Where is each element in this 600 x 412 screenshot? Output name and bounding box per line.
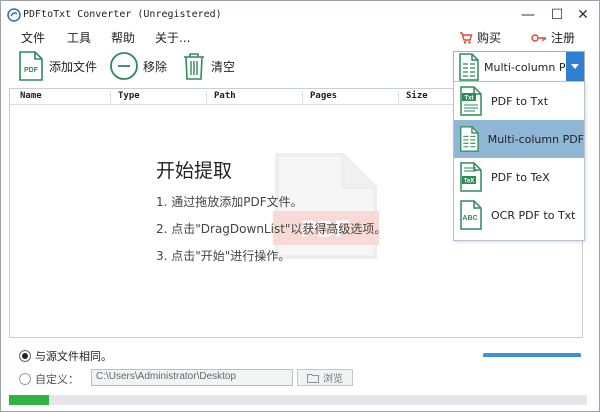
start-button[interactable] — [483, 353, 581, 357]
key-icon — [531, 33, 546, 42]
clear-button[interactable]: 清空 — [181, 49, 235, 83]
mode-option-label: PDF to TeX — [491, 170, 550, 184]
mode-select-value: Multi-column PD — [484, 60, 574, 74]
title-bar: PDFtoTxt Converter (Unregistered) — ☐ ✕ — [1, 1, 599, 29]
register-link[interactable]: 注册 — [531, 29, 575, 46]
buy-label: 购买 — [477, 31, 502, 45]
trash-icon — [184, 53, 204, 80]
remove-button[interactable]: 移除 — [109, 49, 167, 83]
app-window: PDFtoTxt Converter (Unregistered) — ☐ ✕ … — [0, 0, 600, 412]
menu-about[interactable]: 关于... — [155, 29, 190, 46]
same-as-source-label: 与源文件相同。 — [35, 350, 112, 363]
column-divider — [398, 91, 399, 103]
radio-selected-dot — [22, 353, 28, 359]
minimize-icon: — — [521, 7, 535, 23]
column-header-size[interactable]: Size — [406, 91, 428, 101]
txt-badge: Txt — [465, 96, 474, 102]
multi-column-doc-icon — [460, 126, 479, 152]
menu-file[interactable]: 文件 — [21, 29, 45, 46]
output-same-as-source-option[interactable]: 与源文件相同。 — [19, 348, 112, 364]
register-label: 注册 — [551, 31, 576, 45]
add-file-label: 添加文件 — [49, 59, 98, 74]
mode-option-label: PDF to Txt — [491, 94, 549, 108]
mode-dropdown-arrow[interactable] — [566, 52, 584, 82]
instruction-step: 3. 点击"开始"进行操作。 — [156, 249, 291, 263]
progress-fill — [9, 395, 50, 405]
add-pdf-icon: PDF — [19, 51, 43, 81]
buy-link[interactable]: 购买 — [459, 29, 501, 46]
minimize-button[interactable]: — — [515, 5, 541, 25]
column-header-name[interactable]: Name — [20, 91, 42, 101]
custom-path-radio[interactable] — [19, 373, 31, 385]
mode-option-multi-column-pdf[interactable]: Multi-column PDF — [454, 120, 584, 158]
progress-bar — [9, 395, 587, 405]
custom-path-label: 自定义： — [35, 373, 79, 386]
instruction-step: 2. 点击"DragDownList"以获得高级选项。 — [156, 222, 387, 236]
mode-option-pdf-to-txt[interactable]: Txt PDF to Txt — [454, 82, 584, 120]
menu-bar: 文件 工具 帮助 关于... 购买 注册 — [1, 29, 599, 47]
browse-label: 浏览 — [323, 374, 343, 385]
maximize-icon: ☐ — [550, 7, 564, 23]
column-header-pages[interactable]: Pages — [310, 91, 337, 101]
instruction-step: 1. 通过拖放添加PDF文件。 — [156, 195, 303, 209]
close-button[interactable]: ✕ — [570, 5, 596, 25]
folder-icon — [307, 373, 319, 383]
window-title: PDFtoTxt Converter (Unregistered) — [23, 9, 222, 20]
conversion-mode-dropdown: Txt PDF to Txt Multi-column PDF TeX PDF … — [453, 81, 585, 241]
multi-column-doc-icon — [459, 53, 479, 81]
svg-text:PDF: PDF — [24, 67, 39, 74]
column-divider — [110, 91, 111, 103]
tex-badge: TeX — [464, 179, 475, 185]
browse-button[interactable]: 浏览 — [297, 369, 353, 386]
mode-option-label: Multi-column PDF — [487, 132, 584, 146]
mode-option-label: OCR PDF to Txt — [491, 208, 576, 222]
maximize-button[interactable]: ☐ — [544, 5, 570, 25]
column-divider — [302, 91, 303, 103]
column-header-type[interactable]: Type — [118, 91, 140, 101]
tex-doc-icon: TeX — [460, 162, 482, 192]
conversion-mode-select[interactable]: Multi-column PD — [453, 51, 585, 83]
app-logo-icon — [7, 8, 21, 22]
empty-state-title: 开始提取 — [156, 160, 233, 182]
add-file-button[interactable]: PDF 添加文件 — [17, 49, 97, 83]
chevron-down-icon — [571, 64, 579, 69]
same-as-source-radio[interactable] — [19, 350, 31, 362]
ocr-doc-icon: ABC — [460, 200, 482, 230]
remove-label: 移除 — [143, 59, 168, 74]
txt-doc-icon: Txt — [460, 86, 482, 116]
output-path-field[interactable]: C:\Users\Administrator\Desktop — [91, 369, 293, 386]
column-header-path[interactable]: Path — [214, 91, 236, 101]
ocr-badge: ABC — [462, 215, 477, 222]
remove-icon — [110, 52, 138, 80]
close-icon: ✕ — [577, 7, 589, 23]
menu-tools[interactable]: 工具 — [67, 29, 91, 46]
clear-label: 清空 — [211, 59, 236, 74]
output-custom-option[interactable]: 自定义： — [19, 371, 79, 387]
mode-option-pdf-to-tex[interactable]: TeX PDF to TeX — [454, 158, 584, 196]
menu-help[interactable]: 帮助 — [111, 29, 135, 46]
mode-option-ocr-pdf-to-txt[interactable]: ABC OCR PDF to Txt — [454, 196, 584, 234]
column-divider — [206, 91, 207, 103]
cart-icon — [460, 31, 473, 44]
